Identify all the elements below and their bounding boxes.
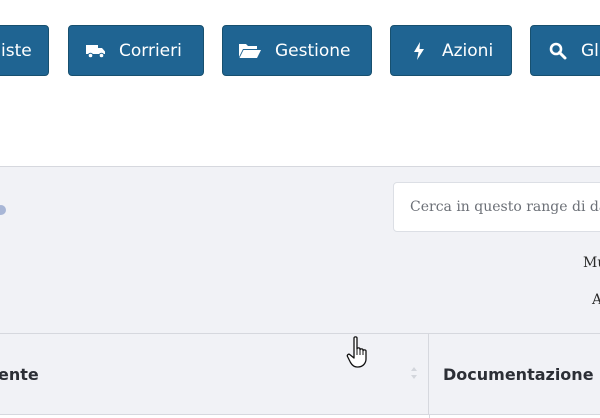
page: iste Corrieri Gestione Azioni Gl Cerca i… (0, 0, 600, 418)
column-header-ente-label: ente (0, 364, 39, 384)
liste-button[interactable]: iste (0, 25, 49, 76)
gl-button[interactable]: Gl (530, 25, 600, 76)
filter-label-mu: Mu (583, 255, 600, 271)
corrieri-button[interactable]: Corrieri (68, 25, 204, 76)
folder-open-icon (238, 41, 262, 61)
gl-button-label: Gl (581, 40, 599, 61)
column-header-documentazione-label: Documentazione (443, 364, 594, 384)
sort-icon[interactable] (410, 366, 418, 380)
hand-pointer-cursor-icon (346, 336, 367, 368)
truck-icon (86, 41, 106, 61)
dot-icon (0, 205, 6, 215)
liste-button-label: iste (1, 40, 32, 61)
search-icon (548, 41, 568, 61)
gestione-button[interactable]: Gestione (222, 25, 372, 76)
azioni-button-label: Azioni (442, 40, 494, 61)
gestione-button-label: Gestione (275, 40, 351, 61)
table-header: ente Documentazione (0, 333, 600, 415)
filter-panel: Mu A (0, 167, 600, 334)
corrieri-button-label: Corrieri (119, 40, 182, 61)
bolt-icon (409, 41, 429, 61)
column-header-documentazione[interactable]: Documentazione (443, 334, 600, 414)
azioni-button[interactable]: Azioni (390, 25, 512, 76)
filter-label-a: A (592, 292, 600, 308)
toolbar: iste Corrieri Gestione Azioni Gl (0, 0, 600, 167)
date-range-search-input[interactable] (393, 182, 600, 232)
